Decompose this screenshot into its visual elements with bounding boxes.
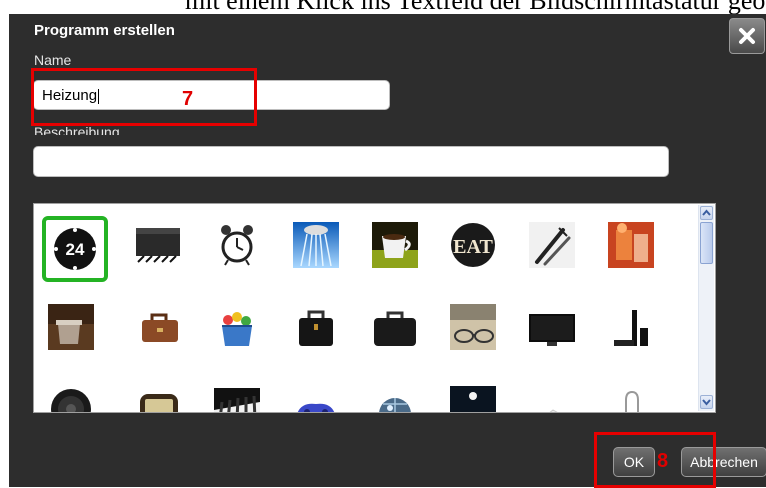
annotation-step-8: 8 <box>657 450 669 472</box>
annotation-step-7: 7 <box>182 88 194 110</box>
icon-option-television[interactable] <box>523 298 589 364</box>
icon-option-loudspeaker[interactable] <box>42 380 108 412</box>
icon-option-suitcase[interactable] <box>366 298 432 364</box>
piano-icon <box>214 388 260 412</box>
icon-option-glasses[interactable] <box>444 298 510 364</box>
icon-option-gamepad[interactable] <box>287 380 353 412</box>
icon-option-24[interactable]: 24 <box>42 216 108 282</box>
disco-ball-icon <box>379 398 411 412</box>
icon-option-paperclip[interactable] <box>602 380 668 412</box>
loudspeaker-icon <box>51 389 91 412</box>
icon-option-disco-ball[interactable] <box>366 380 432 412</box>
icon-option-shower[interactable] <box>287 216 353 282</box>
gamepad-icon <box>297 403 335 412</box>
cooking-pot-icon <box>48 304 94 350</box>
scroll-up-button[interactable] <box>700 206 713 220</box>
svg-text:24: 24 <box>66 240 85 259</box>
cutlery-icon <box>529 222 575 268</box>
paperclip-icon <box>625 390 639 412</box>
icon-option-cocktail[interactable] <box>602 216 668 282</box>
radio-icon <box>140 394 178 412</box>
icon-option-bag[interactable] <box>287 298 353 364</box>
icon-option-briefcase[interactable] <box>130 298 196 364</box>
icon-option-eat[interactable]: EAT <box>444 216 510 282</box>
bag-icon <box>299 310 333 346</box>
icon-picker-scrollbar[interactable] <box>698 205 714 411</box>
name-label: Name <box>34 52 72 68</box>
cocktail-icon <box>608 222 654 268</box>
icon-option-paper[interactable] <box>523 380 589 412</box>
annotation-box-ok <box>594 432 716 488</box>
chevron-down-icon <box>702 399 711 406</box>
icon-option-shopping-bag[interactable] <box>208 298 274 364</box>
shower-icon <box>293 222 339 268</box>
icon-option-piano[interactable] <box>208 380 274 412</box>
hifi-speakers-icon <box>614 310 648 346</box>
chevron-up-icon <box>702 209 711 216</box>
icon-option-coffee[interactable] <box>366 216 432 282</box>
suitcase-icon <box>374 311 416 346</box>
paper-icon <box>549 409 558 412</box>
24-hours-icon: 24 <box>54 228 96 270</box>
description-input[interactable] <box>33 146 669 177</box>
dialog-title: Programm erstellen <box>34 22 175 39</box>
icon-option-hifi[interactable] <box>602 298 668 364</box>
shopping-bag-icon <box>222 312 252 346</box>
close-button[interactable] <box>729 18 765 54</box>
icon-picker: 24 EAT <box>33 203 716 413</box>
glasses-icon <box>450 304 496 350</box>
scroll-thumb[interactable] <box>700 222 713 264</box>
icon-option-moon[interactable] <box>444 380 510 412</box>
clapperboard-icon <box>136 228 180 263</box>
svg-text:EAT: EAT <box>453 236 493 258</box>
close-icon <box>739 28 755 44</box>
annotation-box-name <box>31 68 257 126</box>
briefcase-icon <box>142 313 178 342</box>
icon-option-radio[interactable] <box>130 380 196 412</box>
icon-option-clapperboard[interactable] <box>130 216 196 282</box>
eat-sign-icon: EAT <box>451 223 495 267</box>
moon-night-icon <box>450 386 496 412</box>
icon-option-cooking-pot[interactable] <box>42 298 108 364</box>
scroll-down-button[interactable] <box>700 395 713 409</box>
coffee-cup-icon <box>372 222 418 268</box>
icon-option-alarm-clock[interactable] <box>208 216 274 282</box>
alarm-clock-icon <box>221 225 253 266</box>
icon-option-cutlery[interactable] <box>523 216 589 282</box>
television-icon <box>529 314 575 346</box>
